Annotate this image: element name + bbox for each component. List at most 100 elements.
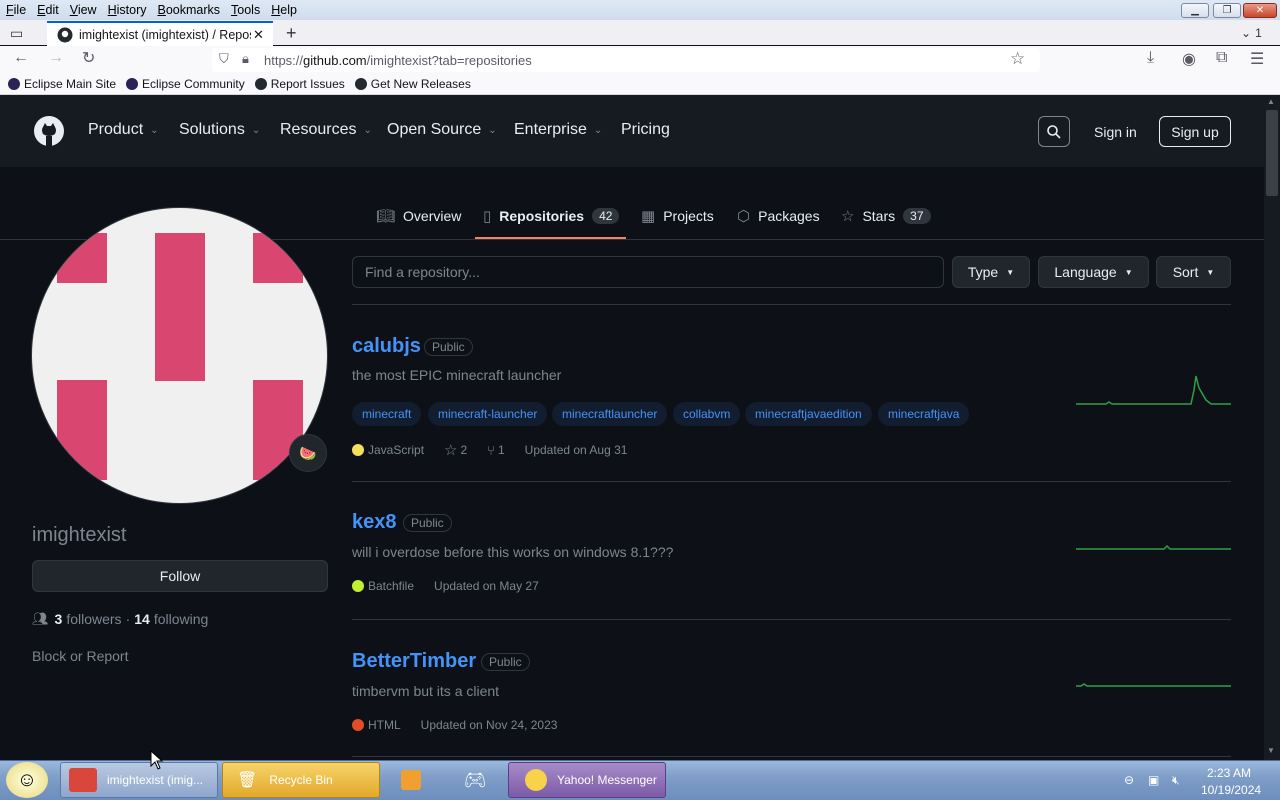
tab-overflow[interactable]: ⌄ 1 [1241, 26, 1262, 40]
url-bar[interactable]: ⛉ 🔒︎ https://github.com/imightexist?tab=… [212, 48, 1040, 72]
clock-time[interactable]: 2:23 AM [1207, 766, 1251, 780]
bookmark-report-issues[interactable]: Report Issues [254, 76, 345, 91]
nav-open-source[interactable]: Open Source ⌄ [387, 121, 497, 139]
menu-help[interactable]: Help [266, 3, 302, 17]
taskbar-yahoo-messenger[interactable]: Yahoo! Messenger [508, 762, 666, 798]
tab-label: Projects [663, 208, 714, 224]
taskbar-label: imightexist (imig... [107, 773, 204, 787]
topic-tag[interactable]: minecraft-launcher [428, 402, 548, 426]
network-icon[interactable]: ▣ [1148, 773, 1159, 787]
search-button[interactable] [1038, 116, 1070, 147]
menu-file[interactable]: File [1, 3, 31, 17]
repo-meta: HTML Updated on Nov 24, 2023 [352, 718, 557, 732]
download-icon[interactable]: ⤓ [1147, 49, 1154, 67]
taskbar-recycle-bin[interactable]: 🗑︎ Recycle Bin [222, 762, 380, 798]
tray-icon[interactable]: ⊖ [1124, 773, 1134, 787]
tab-stars[interactable]: ☆ Stars 37 [841, 204, 931, 228]
repo-icon: ▯ [483, 208, 492, 225]
repo-name-link[interactable]: calubjs [352, 335, 421, 358]
close-window-button[interactable]: ✕ [1243, 3, 1277, 18]
bookmark-eclipse-community[interactable]: Eclipse Community [126, 77, 245, 91]
topic-tag[interactable]: collabvm [673, 402, 741, 426]
taskbar-media-player[interactable] [398, 762, 424, 798]
menu-view[interactable]: View [65, 3, 102, 17]
avatar[interactable] [31, 207, 328, 504]
language-dropdown[interactable]: Language ▼ [1038, 256, 1149, 288]
sign-up-button[interactable]: Sign up [1159, 116, 1231, 147]
app-icon [69, 768, 97, 792]
topic-tag[interactable]: minecraftlauncher [552, 402, 668, 426]
followers-line: 👥︎ 3 followers · 14 following [32, 611, 208, 627]
block-report-link[interactable]: Block or Report [32, 648, 128, 664]
search-icon [1047, 124, 1061, 139]
bookmark-get-new-releases[interactable]: Get New Releases [354, 77, 471, 91]
book-icon: 📖︎ [376, 208, 396, 225]
bookmarks-bar: Eclipse Main Site Eclipse Community Repo… [0, 73, 1280, 95]
menu-bookmarks[interactable]: Bookmarks [153, 3, 226, 17]
follow-button[interactable]: Follow [32, 560, 328, 592]
sort-dropdown[interactable]: Sort ▼ [1156, 256, 1231, 288]
extensions-icon[interactable]: ⧉ [1216, 49, 1227, 67]
bookmark-eclipse-main[interactable]: Eclipse Main Site [8, 77, 116, 91]
scrollbar-thumb[interactable] [1266, 110, 1278, 196]
profile-username: imightexist [32, 524, 127, 546]
sign-in-link[interactable]: Sign in [1094, 124, 1137, 140]
type-dropdown[interactable]: Type ▼ [952, 256, 1030, 288]
taskbar-browser[interactable]: imightexist (imig... [60, 762, 218, 798]
tab-packages[interactable]: ⬡ Packages [737, 204, 820, 228]
screen: File Edit View History Bookmarks Tools H… [0, 0, 1280, 800]
tab-overview[interactable]: 📖︎ Overview [376, 204, 461, 228]
tab-repositories[interactable]: ▯ Repositories 42 [483, 204, 620, 228]
shield-icon[interactable]: ⛉ [219, 51, 229, 67]
bookmark-star-icon[interactable]: ☆ [1010, 49, 1025, 69]
bookmark-label: Report Issues [270, 76, 345, 91]
menu-edit[interactable]: Edit [32, 3, 64, 17]
nav-solutions[interactable]: Solutions ⌄ [179, 121, 260, 139]
scroll-down-icon[interactable]: ▼ [1267, 746, 1275, 755]
caret-down-icon: ▼ [1124, 267, 1133, 277]
language-color-dot [352, 444, 364, 456]
followers-link[interactable]: 3 followers [55, 611, 122, 627]
tab-projects[interactable]: ▦ Projects [641, 204, 714, 228]
topic-tag[interactable]: minecraft [352, 402, 422, 426]
volume-muted-icon[interactable]: 🔇︎ [1172, 773, 1180, 788]
minimize-button[interactable]: ▁ [1181, 3, 1209, 18]
repo-meta: JavaScript ☆ 2 ⑂ 1 Updated on Aug 31 [352, 441, 627, 459]
status-emoji-badge[interactable]: 🍉 [289, 434, 327, 472]
browser-tab-active[interactable]: imightexist (imightexist) / Repos ✕ [47, 21, 273, 46]
github-logo-icon[interactable] [33, 115, 65, 147]
nav-pricing[interactable]: Pricing [621, 121, 670, 139]
nav-product[interactable]: Product ⌄ [88, 121, 159, 139]
tab-list-icon[interactable]: ▭ [10, 25, 23, 42]
start-button[interactable]: ☺ [6, 762, 48, 798]
dropdown-label: Sort [1172, 264, 1199, 280]
scroll-up-icon[interactable]: ▲ [1267, 97, 1275, 106]
menu-tools[interactable]: Tools [226, 3, 265, 17]
lock-icon[interactable]: 🔒︎ [242, 51, 249, 67]
menu-history[interactable]: History [103, 3, 152, 17]
nav-label: Resources [280, 121, 357, 138]
reload-icon[interactable]: ↻ [82, 48, 95, 68]
repo-search-input[interactable]: Find a repository... [352, 256, 944, 288]
new-tab-icon[interactable]: + [286, 23, 297, 44]
repo-stars[interactable]: 2 [460, 443, 467, 457]
followers-count: 3 [54, 611, 63, 627]
repo-name-link[interactable]: BetterTimber [352, 650, 476, 673]
account-icon[interactable]: ◉ [1182, 49, 1196, 69]
topic-tag[interactable]: minecraftjava [878, 402, 970, 426]
clock-date[interactable]: 10/19/2024 [1201, 783, 1261, 797]
nav-resources[interactable]: Resources ⌄ [280, 121, 372, 139]
nav-enterprise[interactable]: Enterprise ⌄ [514, 121, 602, 139]
taskbar-quicklaunch[interactable]: 🎮︎ [460, 762, 490, 798]
repo-name-link[interactable]: kex8 [352, 511, 397, 534]
hamburger-menu-icon[interactable]: ☰ [1250, 49, 1264, 69]
tab-close-icon[interactable]: ✕ [253, 27, 264, 43]
maximize-button[interactable]: ❐ [1213, 3, 1241, 18]
forward-arrow-icon[interactable]: → [48, 49, 64, 67]
back-arrow-icon[interactable]: ← [13, 49, 29, 67]
repo-forks[interactable]: 1 [498, 443, 505, 457]
visibility-badge: Public [424, 338, 473, 356]
topic-tag[interactable]: minecraftjavaedition [745, 402, 872, 426]
avatar-block [57, 380, 107, 480]
following-link[interactable]: 14 following [134, 611, 208, 627]
